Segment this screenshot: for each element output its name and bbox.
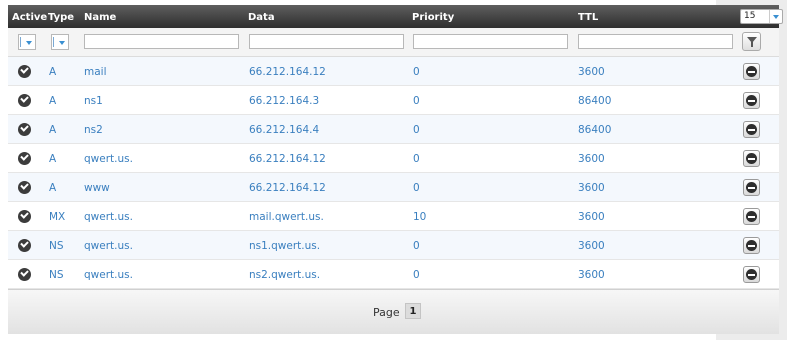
record-data[interactable]: 66.212.164.4 bbox=[249, 124, 319, 136]
table-row: NS qwert.us. ns1.qwert.us. 0 3600 bbox=[8, 231, 779, 260]
priority-filter-input[interactable] bbox=[413, 34, 568, 49]
name-filter-input[interactable] bbox=[84, 34, 239, 49]
delete-icon[interactable] bbox=[743, 63, 760, 80]
table-row: NS qwert.us. ns2.qwert.us. 0 3600 bbox=[8, 260, 779, 289]
delete-icon[interactable] bbox=[743, 179, 760, 196]
record-ttl[interactable]: 86400 bbox=[578, 124, 611, 136]
col-data[interactable]: Data bbox=[248, 12, 275, 23]
record-type: NS bbox=[49, 240, 64, 252]
record-ttl[interactable]: 3600 bbox=[578, 269, 605, 281]
check-circle-icon[interactable] bbox=[18, 181, 31, 194]
record-name[interactable]: qwert.us. bbox=[84, 153, 133, 165]
table-row: A qwert.us. 66.212.164.12 0 3600 bbox=[8, 144, 779, 173]
delete-icon[interactable] bbox=[743, 150, 760, 167]
col-priority[interactable]: Priority bbox=[412, 12, 454, 23]
table-row: A ns2 66.212.164.4 0 86400 bbox=[8, 115, 779, 144]
delete-icon[interactable] bbox=[743, 121, 760, 138]
record-name[interactable]: ns2 bbox=[84, 124, 103, 136]
check-circle-icon[interactable] bbox=[18, 123, 31, 136]
record-ttl[interactable]: 3600 bbox=[578, 182, 605, 194]
data-filter-input[interactable] bbox=[249, 34, 404, 49]
record-data[interactable]: 66.212.164.3 bbox=[249, 95, 319, 107]
filter-row bbox=[8, 28, 779, 57]
col-name[interactable]: Name bbox=[84, 12, 116, 23]
col-active[interactable]: Active bbox=[12, 12, 47, 23]
record-priority[interactable]: 0 bbox=[413, 66, 420, 78]
record-ttl[interactable]: 86400 bbox=[578, 95, 611, 107]
record-name[interactable]: ns1 bbox=[84, 95, 103, 107]
record-type: MX bbox=[49, 211, 66, 223]
record-priority[interactable]: 0 bbox=[413, 124, 420, 136]
dns-records-grid: Active Type Name Data Priority TTL 15 A … bbox=[8, 5, 783, 334]
record-priority[interactable]: 0 bbox=[413, 182, 420, 194]
ttl-filter-input[interactable] bbox=[578, 34, 733, 49]
record-name[interactable]: mail bbox=[84, 66, 107, 78]
record-data[interactable]: 66.212.164.12 bbox=[249, 153, 326, 165]
check-circle-icon[interactable] bbox=[18, 239, 31, 252]
record-priority[interactable]: 0 bbox=[413, 153, 420, 165]
check-circle-icon[interactable] bbox=[18, 210, 31, 223]
pager-label: Page bbox=[373, 306, 400, 319]
record-priority[interactable]: 0 bbox=[413, 240, 420, 252]
record-priority[interactable]: 10 bbox=[413, 211, 426, 223]
record-type: A bbox=[49, 124, 57, 136]
table-row: A mail 66.212.164.12 0 3600 bbox=[8, 57, 779, 86]
filter-icon[interactable] bbox=[742, 32, 761, 51]
page-size-value: 15 bbox=[744, 11, 756, 21]
record-ttl[interactable]: 3600 bbox=[578, 211, 605, 223]
table-row: MX qwert.us. mail.qwert.us. 10 3600 bbox=[8, 202, 779, 231]
delete-icon[interactable] bbox=[743, 266, 760, 283]
table-row: A www 66.212.164.12 0 3600 bbox=[8, 173, 779, 202]
record-name[interactable]: qwert.us. bbox=[84, 240, 133, 252]
record-priority[interactable]: 0 bbox=[413, 269, 420, 281]
chevron-down-icon bbox=[769, 10, 782, 23]
delete-icon[interactable] bbox=[743, 208, 760, 225]
table-row: A ns1 66.212.164.3 0 86400 bbox=[8, 86, 779, 115]
delete-icon[interactable] bbox=[743, 237, 760, 254]
record-type: NS bbox=[49, 269, 64, 281]
record-data[interactable]: 66.212.164.12 bbox=[249, 66, 326, 78]
record-ttl[interactable]: 3600 bbox=[578, 66, 605, 78]
pager: Page 1 bbox=[8, 289, 779, 334]
active-filter-select[interactable] bbox=[18, 34, 36, 50]
record-name[interactable]: qwert.us. bbox=[84, 211, 133, 223]
check-circle-icon[interactable] bbox=[18, 65, 31, 78]
type-filter-select[interactable] bbox=[51, 34, 69, 50]
record-type: A bbox=[49, 153, 57, 165]
record-priority[interactable]: 0 bbox=[413, 95, 420, 107]
record-ttl[interactable]: 3600 bbox=[578, 240, 605, 252]
grid-body: A mail 66.212.164.12 0 3600 A ns1 66.212… bbox=[8, 57, 779, 289]
col-ttl[interactable]: TTL bbox=[578, 12, 598, 23]
check-circle-icon[interactable] bbox=[18, 94, 31, 107]
record-name[interactable]: www bbox=[84, 182, 110, 194]
record-data[interactable]: ns2.qwert.us. bbox=[249, 269, 320, 281]
record-type: A bbox=[49, 95, 57, 107]
delete-icon[interactable] bbox=[743, 92, 760, 109]
check-circle-icon[interactable] bbox=[18, 152, 31, 165]
record-data[interactable]: 66.212.164.12 bbox=[249, 182, 326, 194]
check-circle-icon[interactable] bbox=[18, 268, 31, 281]
record-type: A bbox=[49, 66, 57, 78]
record-data[interactable]: mail.qwert.us. bbox=[249, 211, 324, 223]
record-data[interactable]: ns1.qwert.us. bbox=[249, 240, 320, 252]
page-size-select[interactable]: 15 bbox=[740, 9, 783, 24]
grid-header: Active Type Name Data Priority TTL 15 bbox=[8, 5, 783, 28]
page-number[interactable]: 1 bbox=[405, 303, 421, 319]
col-type[interactable]: Type bbox=[48, 12, 74, 23]
record-name[interactable]: qwert.us. bbox=[84, 269, 133, 281]
record-ttl[interactable]: 3600 bbox=[578, 153, 605, 165]
record-type: A bbox=[49, 182, 57, 194]
